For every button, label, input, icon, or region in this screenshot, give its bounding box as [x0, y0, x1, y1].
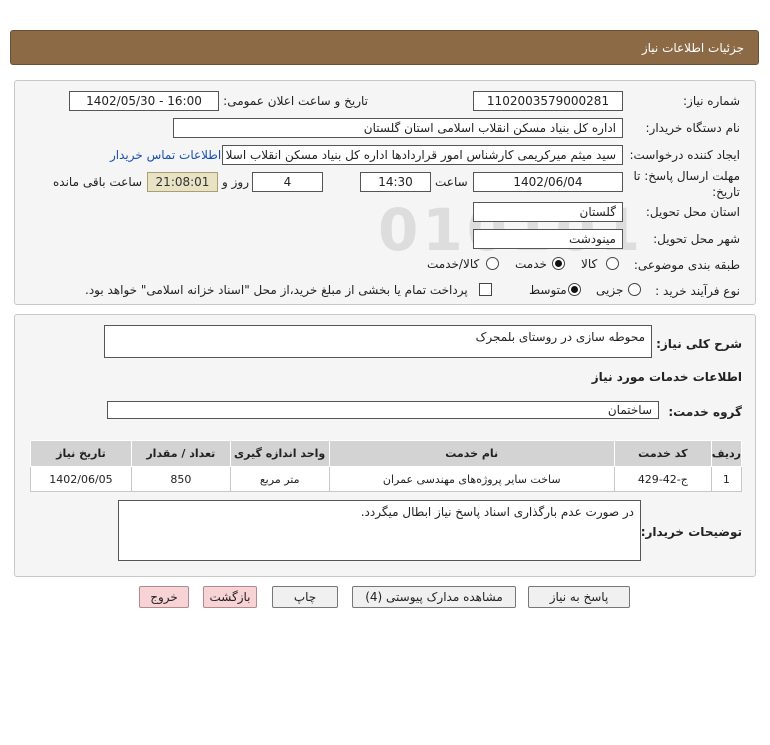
- remaining-time-label: ساعت باقی مانده: [53, 175, 143, 189]
- process-radio-medium[interactable]: [568, 283, 581, 296]
- category-option-goods: کالا: [581, 257, 598, 271]
- cell-code: ج-42-429: [613, 466, 712, 492]
- remaining-time-field: 21:08:01: [147, 172, 218, 192]
- buyer-notes-label: توضیحات خریدار:: [640, 525, 742, 539]
- table-row: 1 ج-42-429 ساخت سایر پروژه‌های مهندسی عم…: [30, 466, 743, 492]
- service-group-label: گروه خدمت:: [668, 405, 742, 419]
- category-radio-goods-service[interactable]: [486, 257, 499, 270]
- category-radio-goods[interactable]: [606, 257, 619, 270]
- view-attachments-button[interactable]: مشاهده مدارک پیوستی (4): [352, 586, 516, 608]
- category-radio-service[interactable]: [552, 257, 565, 270]
- cell-row: 1: [710, 466, 743, 492]
- buyer-org-field: اداره کل بنیاد مسکن انقلاب اسلامی استان …: [173, 118, 623, 138]
- city-label: شهر محل تحویل:: [653, 232, 740, 246]
- process-option-minor: جزیی: [596, 283, 624, 297]
- province-label: استان محل تحویل:: [645, 205, 740, 219]
- deadline-time-label: ساعت: [435, 175, 468, 189]
- process-option-medium: متوسط: [529, 283, 567, 297]
- services-table-header: ردیف کد خدمت نام خدمت واحد اندازه گیری ت…: [30, 440, 743, 467]
- process-label: نوع فرآیند خرید :: [655, 284, 740, 298]
- col-unit: واحد اندازه گیری: [229, 440, 330, 467]
- back-button[interactable]: بازگشت: [203, 586, 257, 608]
- buyer-notes-field: در صورت عدم بارگذاری اسناد پاسخ نیاز ابط…: [118, 500, 641, 561]
- page-header: جزئیات اطلاعات نیاز: [10, 30, 759, 65]
- category-option-service: خدمت: [515, 257, 547, 271]
- process-radio-minor[interactable]: [628, 283, 641, 296]
- service-group-field: ساختمان: [107, 401, 659, 419]
- requester-label: ایجاد کننده درخواست:: [629, 148, 740, 162]
- cell-unit: متر مربع: [229, 466, 330, 492]
- col-name: نام خدمت: [328, 440, 615, 467]
- col-code: کد خدمت: [613, 440, 712, 467]
- category-label: طبقه بندی موضوعی:: [633, 258, 740, 272]
- treasury-payment-note: پرداخت تمام یا بخشی از مبلغ خرید،از محل …: [85, 283, 468, 297]
- services-section-title: اطلاعات خدمات مورد نیاز: [591, 370, 742, 384]
- deadline-date-field: 1402/06/04: [473, 172, 623, 192]
- cell-qty: 850: [130, 466, 231, 492]
- requester-field: سید میثم میرکریمی کارشناس امور قراردادها…: [222, 145, 623, 165]
- deadline-label-line2: تاریخ:: [712, 185, 740, 199]
- city-field: مینودشت: [473, 229, 623, 249]
- buyer-contact-link[interactable]: اطلاعات تماس خریدار: [110, 148, 221, 162]
- treasury-payment-checkbox[interactable]: [479, 283, 492, 296]
- exit-button[interactable]: خروج: [139, 586, 189, 608]
- reply-button[interactable]: پاسخ به نیاز: [528, 586, 630, 608]
- category-option-goods-service: کالا/خدمت: [427, 257, 480, 271]
- days-label: روز و: [222, 175, 249, 189]
- col-qty: تعداد / مقدار: [130, 440, 231, 467]
- need-number-field: 1102003579000281: [473, 91, 623, 111]
- province-field: گلستان: [473, 202, 623, 222]
- cell-name: ساخت سایر پروژه‌های مهندسی عمران: [328, 466, 615, 492]
- need-number-label: شماره نیاز:: [683, 94, 740, 108]
- cell-date: 1402/06/05: [30, 466, 132, 492]
- deadline-time-field: 14:30: [360, 172, 431, 192]
- announce-date-field: 1402/05/30 - 16:00: [69, 91, 219, 111]
- col-date: تاریخ نیاز: [30, 440, 132, 467]
- services-table: ردیف کد خدمت نام خدمت واحد اندازه گیری ت…: [30, 440, 743, 492]
- print-button[interactable]: چاپ: [272, 586, 338, 608]
- deadline-label: مهلت ارسال پاسخ: تا تاریخ:: [633, 168, 740, 200]
- col-row: ردیف: [710, 440, 743, 467]
- announce-date-label: تاریخ و ساعت اعلان عمومی:: [223, 94, 368, 108]
- summary-label: شرح کلی نیاز:: [656, 337, 742, 351]
- summary-field: محوطه سازی در روستای بلمجرک: [104, 325, 652, 358]
- buyer-org-label: نام دستگاه خریدار:: [645, 121, 741, 135]
- remaining-days-field: 4: [252, 172, 323, 192]
- deadline-label-line1: مهلت ارسال پاسخ: تا: [633, 169, 740, 183]
- page-title: جزئیات اطلاعات نیاز: [641, 41, 744, 55]
